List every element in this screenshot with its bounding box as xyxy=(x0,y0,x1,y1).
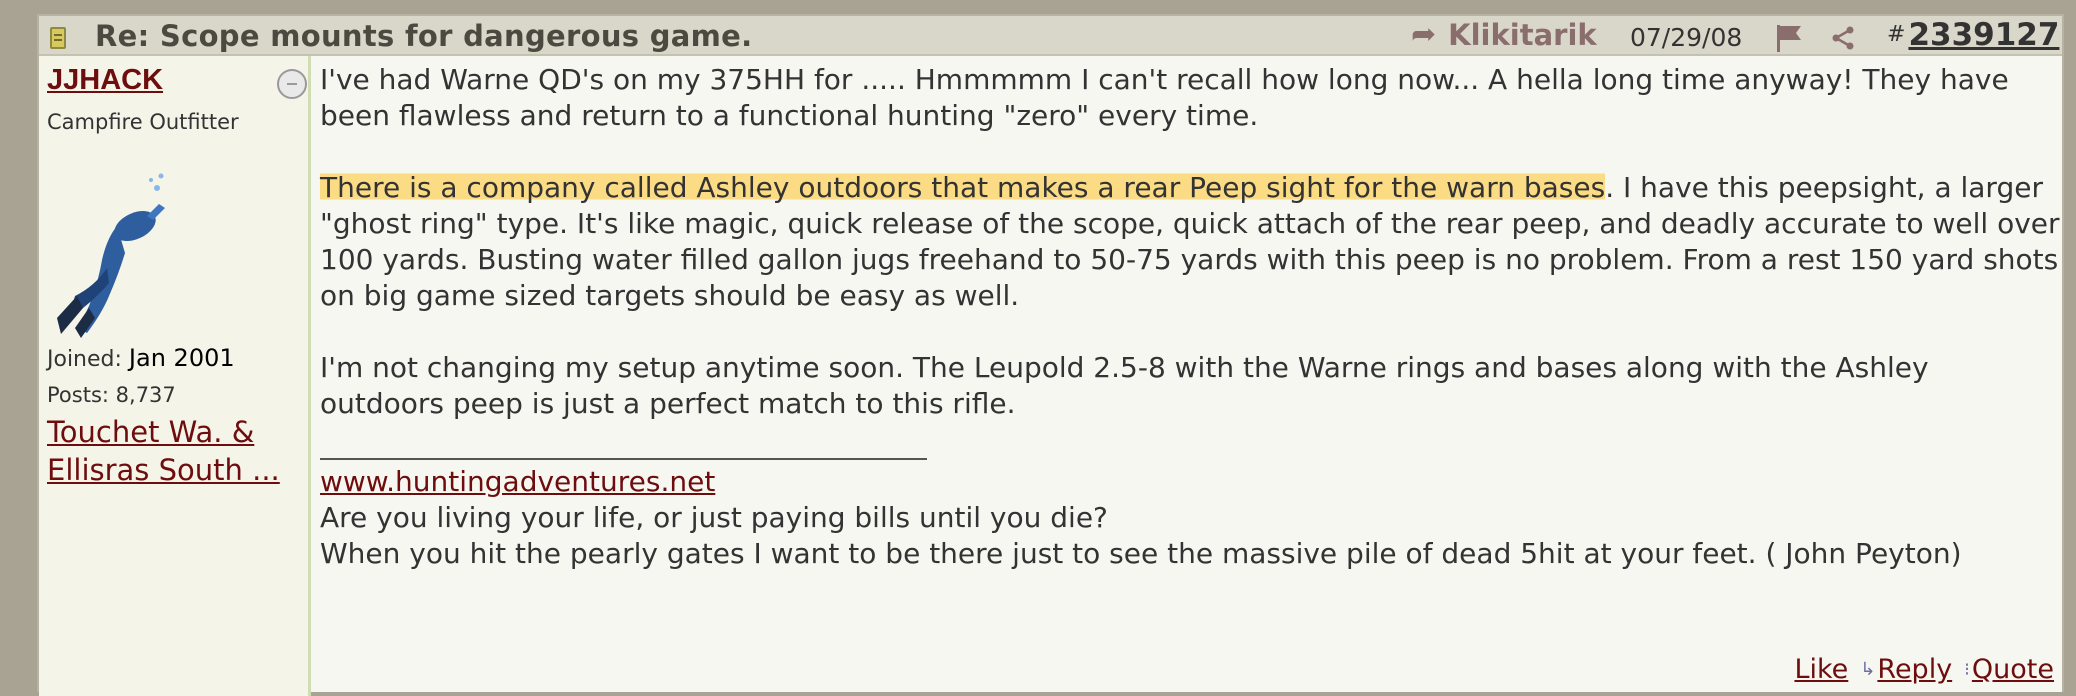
posts-label: Posts: xyxy=(47,383,109,407)
flag-icon[interactable] xyxy=(1774,23,1804,53)
author-username[interactable]: JJHACK xyxy=(47,64,163,97)
post-icon xyxy=(50,27,66,49)
author-post-count: Posts: 8,737 xyxy=(47,383,176,407)
quote-icon: ⁝ xyxy=(1964,659,1970,680)
reply-button[interactable]: Reply xyxy=(1877,654,1952,685)
signature-divider xyxy=(320,458,927,460)
post-date: 07/29/08 xyxy=(1630,23,1743,52)
signature-link[interactable]: www.huntingadventures.net xyxy=(320,464,2060,500)
posts-value: 8,737 xyxy=(115,383,176,407)
signature-line: When you hit the pearly gates I want to … xyxy=(320,537,1962,570)
quote-button[interactable]: Quote xyxy=(1972,654,2054,685)
reply-to-link[interactable]: ➦ Klikitarik xyxy=(1411,17,1597,52)
like-button[interactable]: Like xyxy=(1794,654,1848,685)
body-paragraph: I've had Warne QD's on my 375HH for ....… xyxy=(320,63,2009,132)
post-number[interactable]: 2339127 xyxy=(1908,17,2059,53)
avatar[interactable] xyxy=(47,168,177,338)
author-joined: Joined: Jan 2001 xyxy=(47,344,235,372)
forum-post: Re: Scope mounts for dangerous game. ➦ K… xyxy=(37,14,2064,696)
body-paragraph: There is a company called Ashley outdoor… xyxy=(320,170,2060,314)
signature-line: Are you living your life, or just paying… xyxy=(320,501,1108,534)
joined-value: Jan 2001 xyxy=(128,344,235,372)
highlighted-text: There is a company called Ashley outdoor… xyxy=(320,171,1606,204)
author-sidebar: JJHACK Campfire Outfitter Joined: Jan 20… xyxy=(39,56,311,696)
post-subject: Re: Scope mounts for dangerous game. xyxy=(95,19,753,53)
post-actions: Like ↳ Reply ⁝ Quote xyxy=(1794,654,2054,685)
share-icon[interactable] xyxy=(1831,26,1855,50)
reply-arrow-icon: ➦ xyxy=(1411,17,1437,52)
body-paragraph: I'm not changing my setup anytime soon. … xyxy=(320,351,1929,420)
post-hash: # xyxy=(1887,22,1906,47)
offline-status-icon xyxy=(277,69,307,99)
author-location-link[interactable]: Touchet Wa. & Ellisras South ... xyxy=(47,413,307,489)
joined-label: Joined: xyxy=(47,347,122,372)
post-header: Re: Scope mounts for dangerous game. ➦ K… xyxy=(39,16,2062,56)
reply-to-username[interactable]: Klikitarik xyxy=(1448,18,1597,52)
post-body: I've had Warne QD's on my 375HH for ....… xyxy=(320,62,2060,572)
post-number-link[interactable]: #2339127 xyxy=(1887,17,2059,53)
reply-icon: ↳ xyxy=(1860,659,1876,680)
author-title: Campfire Outfitter xyxy=(47,110,239,134)
